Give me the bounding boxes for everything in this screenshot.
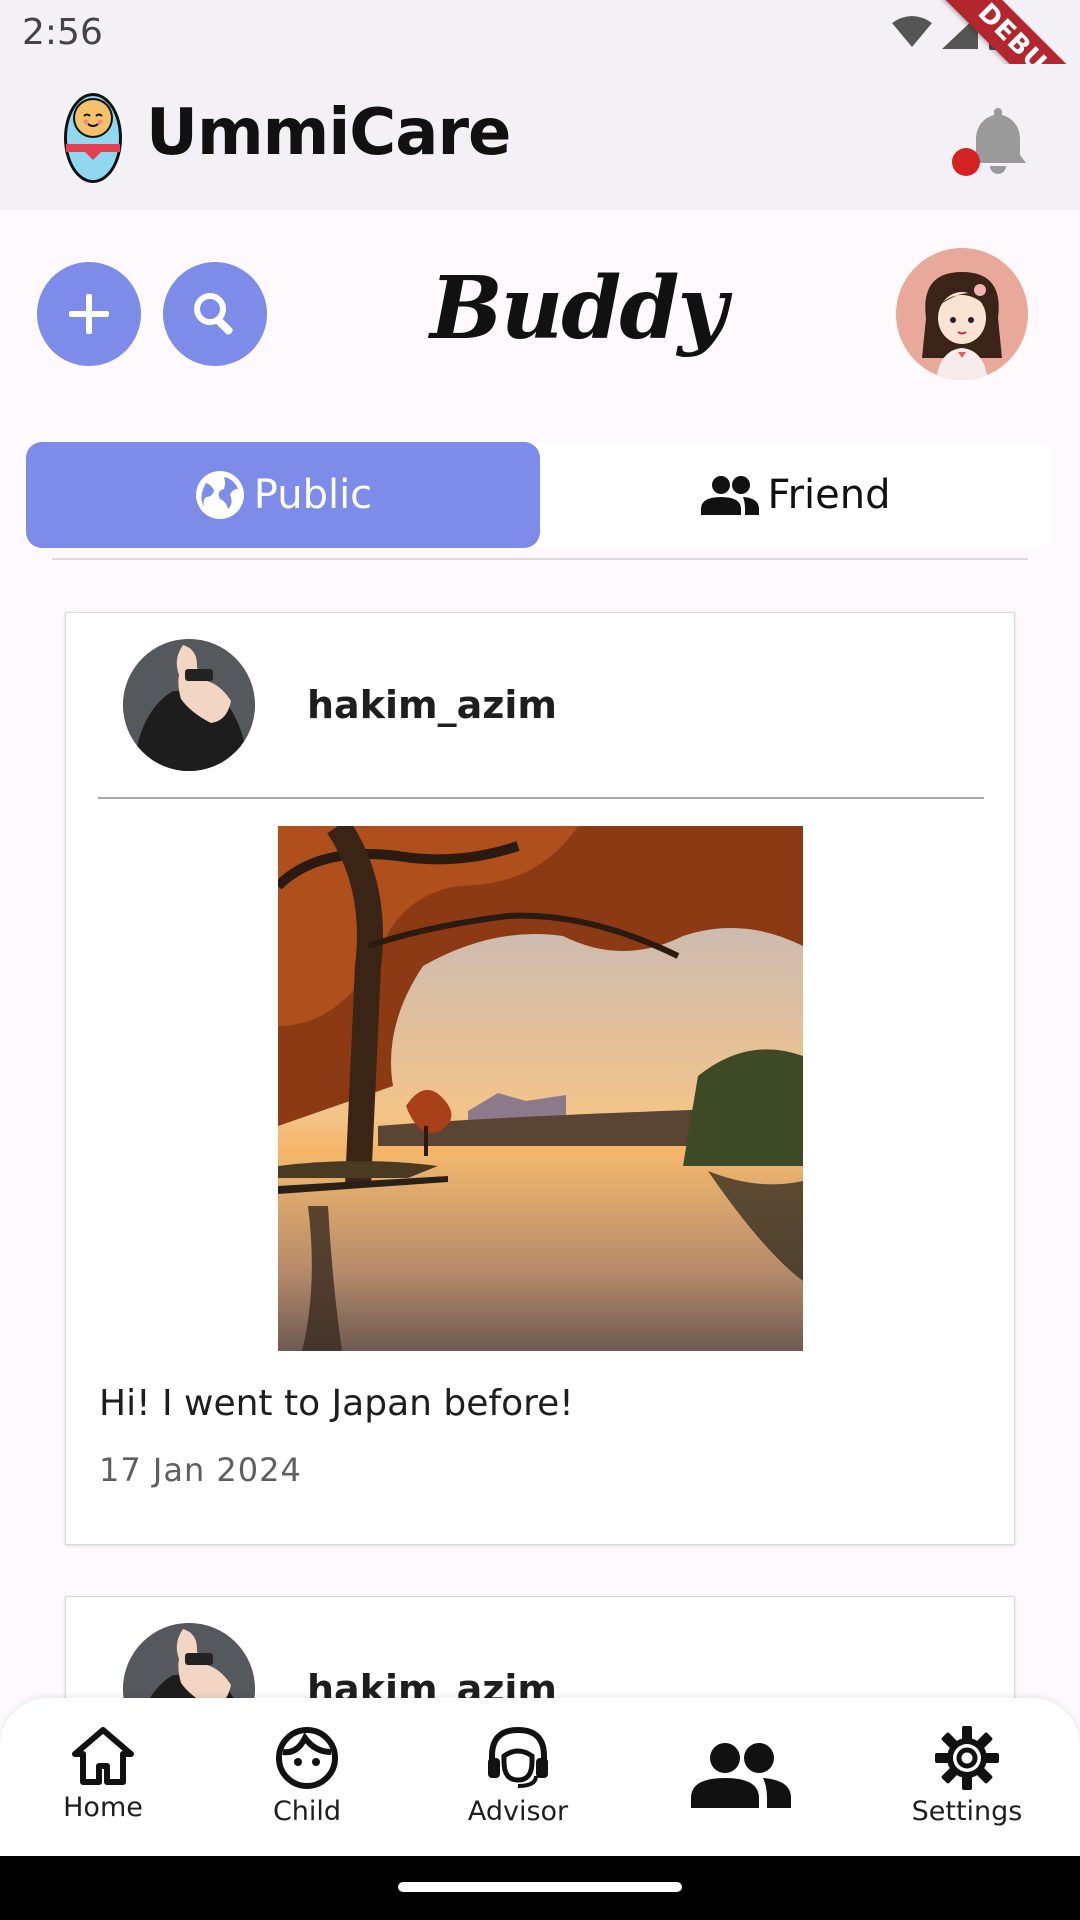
plus-icon: [69, 294, 109, 334]
home-icon: [72, 1727, 134, 1785]
post-caption: Hi! I went to Japan before!: [99, 1383, 574, 1424]
globe-icon: [195, 471, 244, 519]
profile-avatar[interactable]: [896, 248, 1028, 380]
post-username[interactable]: hakim_azim: [307, 683, 557, 727]
tab-bar: Public Friend: [26, 442, 1052, 548]
status-bar: 2:56 DEBUG: [0, 0, 1080, 138]
post-date: 17 Jan 2024: [99, 1451, 302, 1489]
girl-avatar-icon: [896, 248, 1028, 380]
baby-logo-icon: [64, 93, 122, 183]
tabs-divider: [52, 558, 1028, 560]
headset-icon: [488, 1726, 548, 1788]
search-icon: [194, 293, 233, 335]
search-button[interactable]: [163, 262, 267, 366]
post-image[interactable]: [278, 826, 803, 1351]
nav-settings-label: Settings: [911, 1796, 1023, 1827]
app-bar: UmmiCare: [0, 64, 1080, 210]
tab-public[interactable]: Public: [26, 442, 540, 548]
wifi-icon: [892, 16, 932, 47]
nav-child[interactable]: Child: [232, 1698, 382, 1856]
tab-friend-label: Friend: [767, 472, 891, 518]
gear-icon: [935, 1726, 999, 1790]
post-author-avatar[interactable]: [123, 639, 255, 771]
nav-settings[interactable]: Settings: [892, 1698, 1042, 1856]
status-time: 2:56: [22, 12, 103, 53]
nav-child-label: Child: [272, 1796, 342, 1827]
child-face-icon: [276, 1727, 338, 1789]
screen: 2:56 DEBUG UmmiCare Buddy Public Friend …: [0, 0, 1080, 1920]
lake-landscape-image: [278, 826, 803, 1351]
nav-buddy[interactable]: [666, 1698, 816, 1856]
home-gesture-handle[interactable]: [398, 1882, 682, 1892]
tab-friend[interactable]: Friend: [540, 442, 1052, 548]
nav-home[interactable]: Home: [28, 1698, 178, 1856]
nav-advisor[interactable]: Advisor: [443, 1698, 593, 1856]
people-icon: [691, 1743, 791, 1808]
bottom-nav: Home Child Advisor Settings: [0, 1698, 1080, 1856]
user-avatar-icon: [123, 639, 255, 771]
post-card[interactable]: hakim_azim: [65, 612, 1015, 1545]
tab-public-label: Public: [253, 472, 373, 518]
notification-dot: [952, 148, 980, 176]
add-post-button[interactable]: [37, 262, 141, 366]
nav-advisor-label: Advisor: [467, 1796, 569, 1827]
nav-home-label: Home: [63, 1792, 143, 1823]
post-divider: [98, 797, 984, 799]
app-title: UmmiCare: [146, 96, 511, 170]
page-title: Buddy: [430, 258, 727, 359]
people-icon: [701, 476, 760, 515]
